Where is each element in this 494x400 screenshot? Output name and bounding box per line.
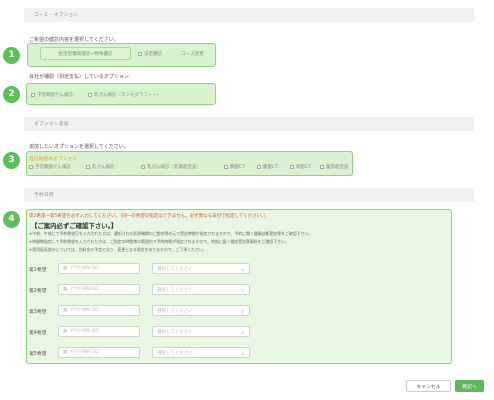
- chevron-down-icon: ∨: [241, 267, 244, 272]
- option-cervical[interactable]: 子宮頸部がん検診: [29, 164, 71, 170]
- checkbox-box[interactable]: [257, 165, 261, 169]
- checkbox-label: 腹部CT: [263, 165, 278, 170]
- option-abdomen-ultrasound[interactable]: 腹部超音波: [320, 164, 349, 170]
- notice-title: 【ご案内必ずご確認下さい。】: [31, 222, 118, 230]
- date-input-2[interactable]: ▦ YYYY-MM-DD: [58, 284, 140, 295]
- marker-4: 4: [3, 211, 20, 228]
- checkbox-label: 乳がん検診（マンモグラフィー）: [94, 93, 162, 98]
- chevron-down-icon: ∨: [241, 351, 244, 356]
- checkbox-label: 乳がん検診（乳腺超音波）: [147, 165, 201, 170]
- select-placeholder: 選択してください: [157, 329, 193, 335]
- section-title: オプション追加: [34, 122, 69, 127]
- time-select-4[interactable]: 選択してください ∨: [152, 326, 250, 337]
- chevron-down-icon: ∨: [241, 288, 244, 293]
- notice-line-2: ※時間帯指定して予約希望を入力された方は、ご指定の時間帯の範囲内で予約時間が指定…: [29, 239, 289, 244]
- calendar-icon: ▦: [63, 350, 68, 355]
- calendar-icon: ▦: [63, 266, 68, 271]
- subsidized-option-1[interactable]: 子宮頸部がん検診: [31, 92, 73, 98]
- date-input-1[interactable]: ▦ YYYY-MM-DD: [58, 263, 140, 274]
- cancel-button[interactable]: キャンセル: [406, 380, 451, 392]
- date-placeholder: YYYY-MM-DD: [70, 350, 99, 355]
- calendar-icon: ▦: [63, 287, 68, 292]
- subsidized-note: 会社が補助（別途支払）しているオプション: [29, 74, 129, 80]
- date-placeholder: YYYY-MM-DD: [70, 287, 99, 292]
- checkbox-label: 胸部CT: [230, 165, 245, 170]
- checkbox-box[interactable]: [88, 93, 92, 97]
- checkbox-box[interactable]: [31, 93, 35, 97]
- row-label-2: 第2希望: [29, 289, 47, 294]
- row-label-4: 第4希望: [29, 331, 47, 336]
- calendar-icon: ▦: [63, 329, 68, 334]
- checkbox-label: 子宮頸部がん検診: [35, 165, 71, 170]
- checkbox-label: 法定健診: [144, 52, 162, 57]
- legal-checkup-checkbox[interactable]: 法定健診: [138, 51, 162, 57]
- select-placeholder: 選択してください: [157, 350, 193, 356]
- marker-3: 3: [3, 152, 20, 169]
- course-note: ご希望の健診内容を選択してください。: [29, 37, 119, 43]
- marker-2: 2: [3, 86, 20, 103]
- marker-1: 1: [3, 47, 20, 64]
- section-title: 予約日時: [34, 193, 54, 198]
- notice-line-1: ※午前、午後にて予約希望日を入力された方は、選択された医療機関のご都合等の元で受…: [29, 231, 313, 236]
- section-header-course: コース・オプション: [24, 8, 474, 22]
- select-placeholder: 選択してください: [157, 308, 193, 314]
- time-select-1[interactable]: 選択してください ∨: [152, 263, 250, 274]
- subsidized-option-2[interactable]: 乳がん検診（マンモグラフィー）: [88, 92, 161, 98]
- options-note: 追加したいオプションを選択してください。: [29, 144, 129, 150]
- checkbox-box[interactable]: [29, 165, 33, 169]
- chevron-down-icon: ∨: [241, 309, 244, 314]
- date-placeholder: YYYY-MM-DD: [70, 266, 99, 271]
- checkbox-box[interactable]: [141, 165, 145, 169]
- time-select-5[interactable]: 選択してください ∨: [152, 347, 250, 358]
- section-header-options: オプション追加: [24, 117, 474, 131]
- checkbox-label: 頭部CT: [296, 165, 311, 170]
- date-input-4[interactable]: ▦ YYYY-MM-DD: [58, 326, 140, 337]
- time-select-2[interactable]: 選択してください ∨: [152, 284, 250, 295]
- schedule-warning: 第1希望〜第5希望を必ず入力してください。（同一の希望日指定はできません。必ず異…: [29, 214, 269, 219]
- notice-line-3: ※費用延長部分については、別料金の予定となり、変更となる場合がありますので、ご了…: [29, 247, 207, 252]
- checkbox-box[interactable]: [320, 165, 324, 169]
- date-placeholder: YYYY-MM-DD: [70, 329, 99, 334]
- checkbox-box[interactable]: [224, 165, 228, 169]
- option-breast-ultrasound[interactable]: 乳がん検診（乳腺超音波）: [141, 164, 201, 170]
- course-selected-pill[interactable]: 生活習慣病健診+特殊健診: [40, 47, 131, 60]
- row-label-3: 第3希望: [29, 310, 47, 315]
- date-input-5[interactable]: ▦ YYYY-MM-DD: [58, 347, 140, 358]
- row-label-1: 第1希望: [29, 268, 47, 273]
- self-pay-label: 自己負担のオプション: [29, 157, 77, 162]
- time-select-3[interactable]: 選択してください ∨: [152, 305, 250, 316]
- confirm-button[interactable]: 確認へ: [455, 380, 484, 392]
- option-breast[interactable]: 乳がん検診: [86, 164, 115, 170]
- course-change-link[interactable]: コース変更: [181, 51, 204, 57]
- checkbox-box[interactable]: [138, 52, 142, 56]
- date-input-3[interactable]: ▦ YYYY-MM-DD: [58, 305, 140, 316]
- checkbox-box[interactable]: [86, 165, 90, 169]
- checkbox-box[interactable]: [290, 165, 294, 169]
- select-placeholder: 選択してください: [157, 287, 193, 293]
- calendar-icon: ▦: [63, 308, 68, 313]
- row-label-5: 第5希望: [29, 352, 47, 357]
- date-placeholder: YYYY-MM-DD: [70, 308, 99, 313]
- chevron-down-icon: ∨: [241, 330, 244, 335]
- option-head-ct[interactable]: 頭部CT: [290, 164, 311, 170]
- option-abdomen-ct[interactable]: 腹部CT: [257, 164, 278, 170]
- select-placeholder: 選択してください: [157, 266, 193, 272]
- checkbox-label: 腹部超音波: [326, 165, 349, 170]
- section-header-schedule: 予約日時: [24, 188, 474, 202]
- checkbox-label: 乳がん検診: [92, 165, 115, 170]
- checkbox-label: 子宮頸部がん検診: [37, 93, 73, 98]
- option-chest-ct[interactable]: 胸部CT: [224, 164, 245, 170]
- section-title: コース・オプション: [34, 13, 79, 18]
